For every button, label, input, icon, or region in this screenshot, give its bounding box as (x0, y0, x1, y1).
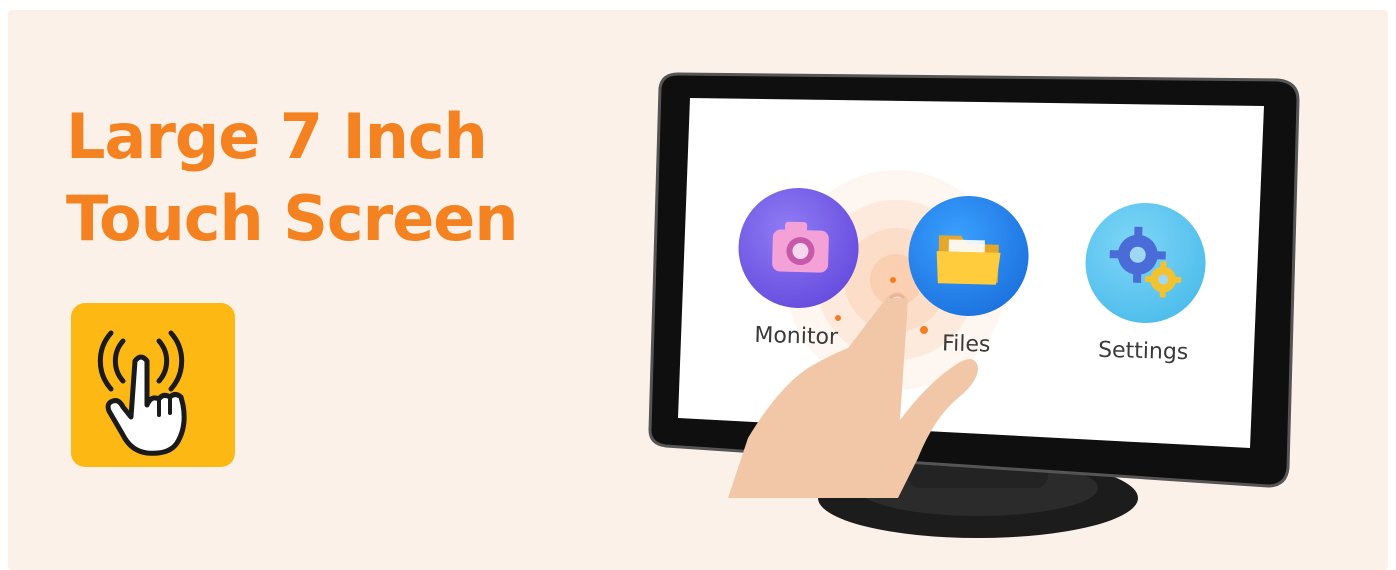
folder-icon (936, 235, 1001, 285)
headline: Large 7 Inch Touch Screen (66, 96, 518, 260)
headline-line-1: Large 7 Inch (66, 100, 488, 173)
touch-hand-icon (97, 330, 187, 456)
app-monitor[interactable]: Monitor (721, 186, 875, 351)
app-monitor-icon-circle (736, 186, 861, 310)
app-settings[interactable]: Settings (1068, 201, 1222, 366)
product-banner: Large 7 Inch Touch Screen Monitor Files … (8, 10, 1388, 570)
touch-badge (71, 303, 235, 467)
app-files-label: Files (941, 331, 991, 358)
app-files-icon-circle (906, 194, 1031, 318)
app-files[interactable]: Files (891, 194, 1045, 359)
gear-icon (1109, 226, 1182, 298)
camera-icon (772, 221, 829, 273)
car-display-device: Monitor Files Settings (638, 68, 1308, 538)
app-settings-icon-circle (1083, 201, 1208, 325)
app-monitor-label: Monitor (754, 322, 839, 351)
app-settings-label: Settings (1097, 337, 1189, 366)
headline-line-2: Touch Screen (66, 182, 518, 255)
